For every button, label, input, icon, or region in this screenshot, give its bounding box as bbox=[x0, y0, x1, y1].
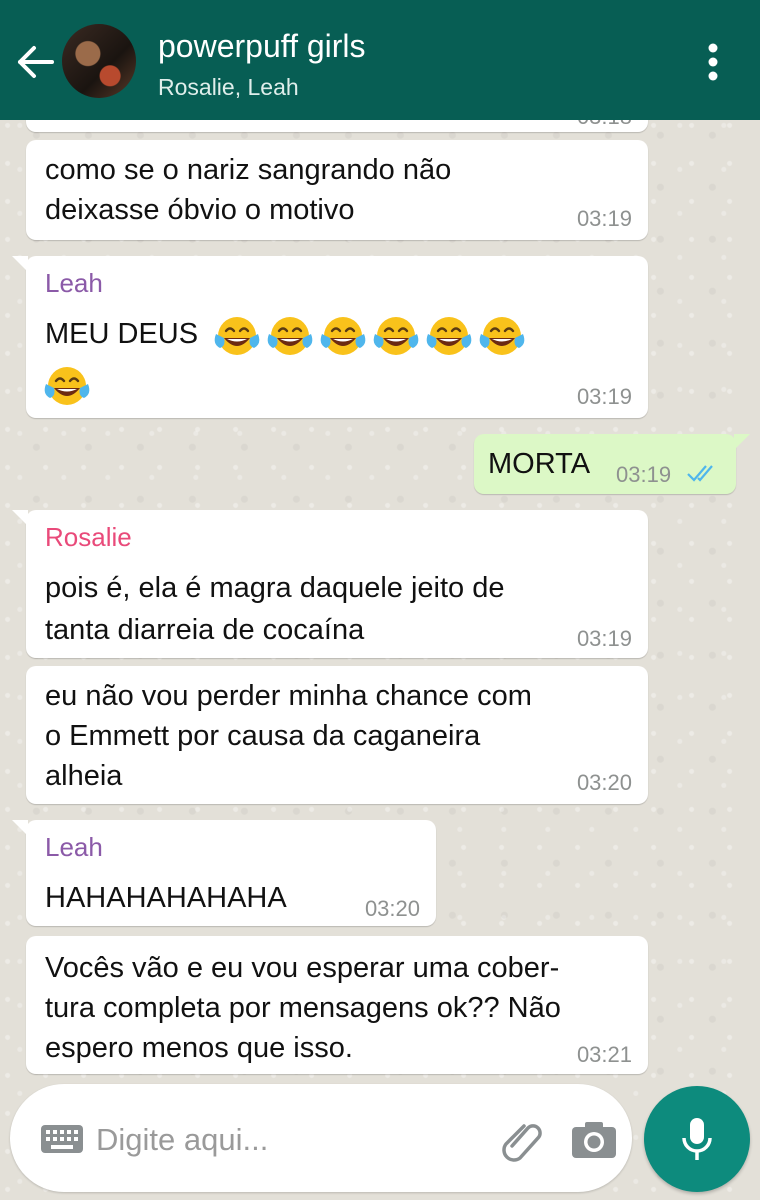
chat-title[interactable]: powerpuff girls bbox=[158, 28, 366, 65]
message-line: espero menos que isso. bbox=[45, 1032, 353, 1064]
arrow-left-icon[interactable] bbox=[14, 40, 58, 84]
message-bubble[interactable]: como se o nariz sangrando não deixasse ó… bbox=[26, 140, 648, 240]
message-text: HAHAHAHAHAHA bbox=[45, 882, 287, 914]
message-line: MEU DEUS bbox=[45, 314, 198, 354]
face-with-tears-of-joy-emoji bbox=[212, 314, 262, 360]
sender-name: Rosalie bbox=[45, 522, 132, 552]
bubble-tail bbox=[12, 510, 28, 526]
bubble-tail bbox=[12, 256, 28, 272]
message-input[interactable] bbox=[96, 1118, 476, 1162]
camera-icon[interactable] bbox=[570, 1120, 618, 1160]
message-text: MORTA bbox=[488, 448, 591, 480]
chat-participants[interactable]: Rosalie, Leah bbox=[158, 74, 299, 101]
message-line: Vocês vão e eu vou esperar uma cober- bbox=[45, 952, 560, 984]
chat-header: powerpuff girls Rosalie, Leah bbox=[0, 0, 760, 120]
paperclip-icon[interactable] bbox=[498, 1116, 548, 1166]
message-time: 03:21 bbox=[576, 1042, 632, 1067]
message-line: pois é, ela é magra daquele jeito de bbox=[45, 572, 505, 604]
keyboard-icon[interactable] bbox=[40, 1124, 84, 1154]
message-time: 03:19 bbox=[616, 462, 672, 487]
message-line: alheia bbox=[45, 760, 123, 792]
message-line: deixasse óbvio o motivo bbox=[45, 194, 355, 226]
sender-name: Leah bbox=[45, 268, 103, 298]
face-with-tears-of-joy-emoji bbox=[424, 314, 474, 360]
sender-name: Leah bbox=[45, 832, 103, 862]
voice-record-button[interactable] bbox=[644, 1086, 750, 1192]
face-with-tears-of-joy-emoji bbox=[318, 314, 368, 360]
emoji-row bbox=[42, 364, 92, 410]
message-bubble[interactable]: Rosalie pois é, ela é magra daquele jeit… bbox=[12, 510, 648, 658]
message-time: 03:20 bbox=[576, 770, 632, 795]
message-line: tura completa por mensagens ok?? Não bbox=[45, 992, 561, 1024]
message-time: 03:19 bbox=[576, 384, 632, 409]
message-time: 03:19 bbox=[576, 206, 632, 231]
message-bubble[interactable]: Leah HAHAHAHAHAHA 03:20 bbox=[12, 820, 436, 926]
group-avatar[interactable] bbox=[62, 24, 136, 98]
message-time: 03:19 bbox=[576, 626, 632, 651]
emoji-row bbox=[212, 314, 527, 360]
message-bubble[interactable]: Leah MEU DEUS 03:19 bbox=[12, 256, 648, 418]
message-time: 03:20 bbox=[364, 896, 420, 921]
message-line: tanta diarreia de cocaína bbox=[45, 614, 365, 646]
message-text: MEU DEUS bbox=[45, 318, 199, 350]
face-with-tears-of-joy-emoji bbox=[265, 314, 315, 360]
face-with-tears-of-joy-emoji bbox=[371, 314, 421, 360]
bubble-tail bbox=[734, 434, 750, 450]
message-composer bbox=[10, 1084, 632, 1192]
message-line: o Emmett por causa da caganeira bbox=[45, 720, 481, 752]
message-line: eu não vou perder minha chance com bbox=[45, 680, 532, 712]
more-vertical-icon[interactable] bbox=[696, 40, 730, 84]
message-line: como se o nariz sangrando não bbox=[45, 154, 452, 186]
message-bubble[interactable]: Vocês vão e eu vou esperar uma cober- tu… bbox=[26, 936, 648, 1074]
double-check-read-icon bbox=[687, 465, 713, 482]
bubble-tail bbox=[12, 820, 28, 836]
message-bubble[interactable]: eu não vou perder minha chance com o Emm… bbox=[26, 666, 648, 804]
mic-icon bbox=[682, 1118, 712, 1160]
outgoing-message-bubble[interactable]: MORTA 03:19 bbox=[474, 434, 750, 494]
face-with-tears-of-joy-emoji bbox=[477, 314, 527, 360]
face-with-tears-of-joy-emoji bbox=[42, 364, 92, 410]
